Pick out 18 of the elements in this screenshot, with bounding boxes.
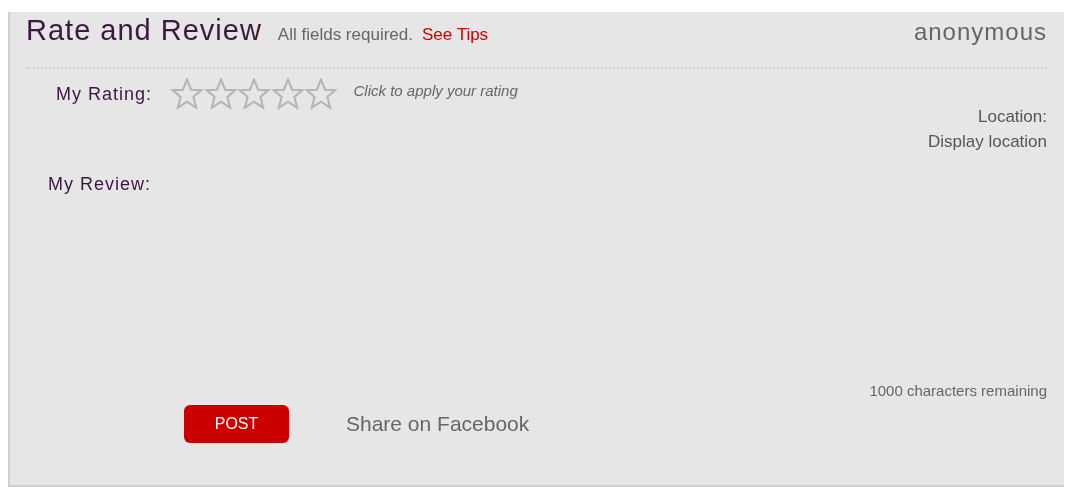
rating-label: My Rating: (56, 83, 153, 105)
rating-hint: Click to apply your rating (353, 81, 518, 99)
star-icon[interactable] (170, 78, 205, 110)
character-counter: 1000 characters remaining (869, 382, 1047, 399)
review-label: My Review: (47, 174, 151, 195)
post-button[interactable]: POST (184, 405, 289, 443)
star-icon[interactable] (237, 78, 272, 110)
star-icon[interactable] (270, 78, 305, 110)
required-note: All fields required. (277, 25, 413, 45)
user-name: anonymous (913, 18, 1047, 46)
panel-title: Rate and Review (26, 14, 262, 47)
location-link[interactable]: Display location (927, 129, 1047, 154)
share-link[interactable]: Share on Facebook (346, 412, 530, 436)
see-tips-link[interactable]: See Tips (421, 25, 489, 45)
star-icon[interactable] (304, 78, 339, 110)
star-icon[interactable] (203, 78, 238, 110)
star-rating[interactable] (170, 78, 338, 110)
location-label: Location: (978, 106, 1047, 128)
